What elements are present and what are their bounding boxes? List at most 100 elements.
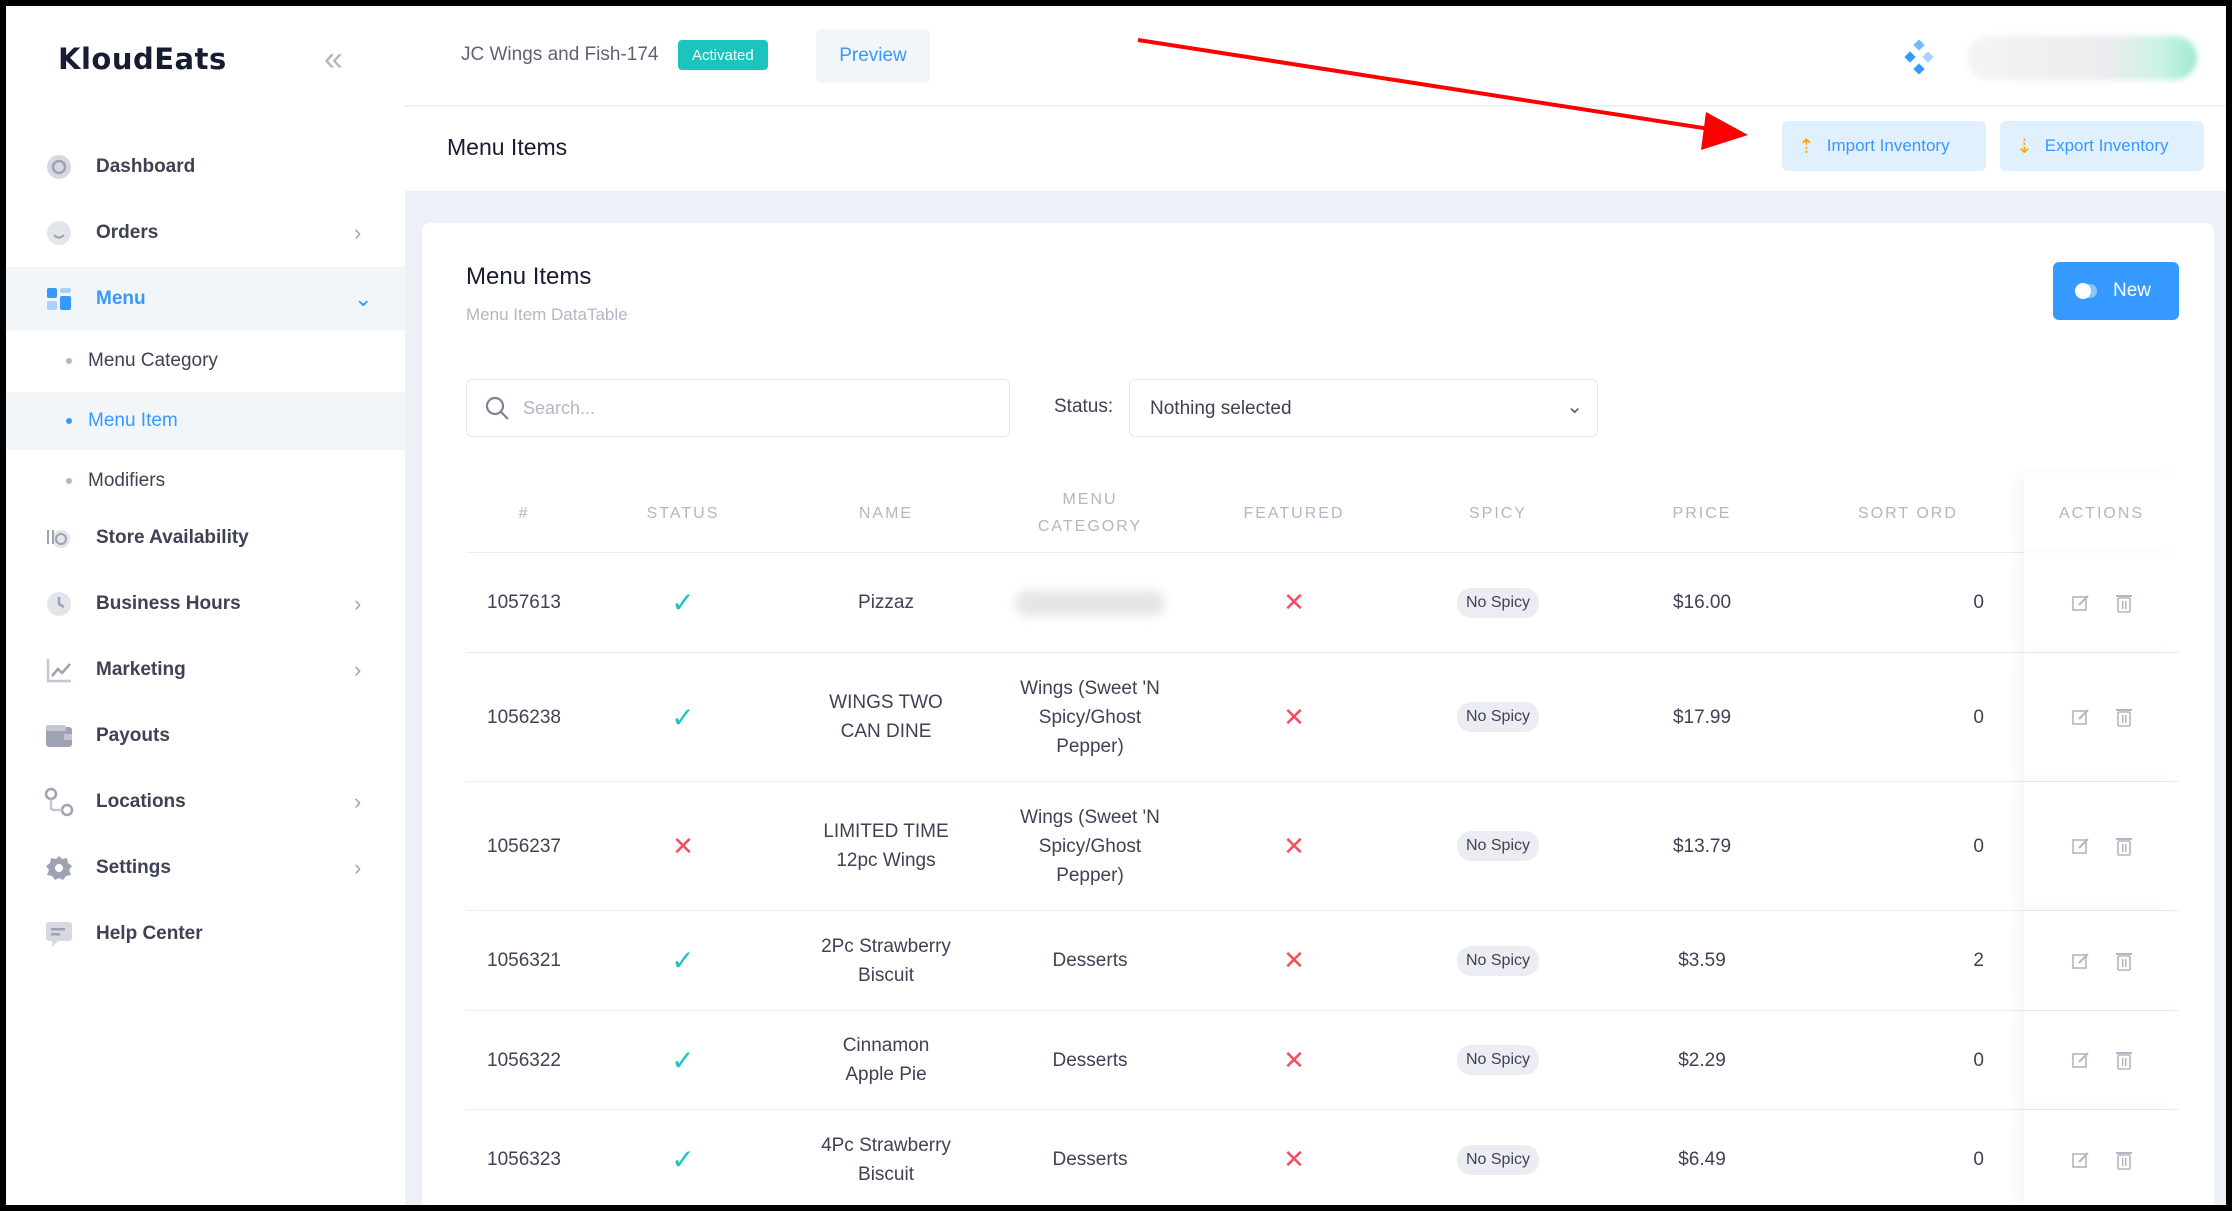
page-title: Menu Items [447, 134, 568, 160]
column-header-id[interactable]: # [466, 473, 582, 553]
spicy-badge: No Spicy [1456, 945, 1540, 976]
delete-button[interactable] [2115, 1050, 2133, 1070]
app-window: KloudEats « Dashboard Orders › Menu ⌄ Me… [6, 6, 2226, 1205]
cell-sort-order: 0 [1973, 1149, 1984, 1170]
sidebar-subitem-label: Modifiers [88, 470, 166, 491]
edit-button[interactable] [2071, 1150, 2091, 1170]
cell-price: $2.29 [1678, 1049, 1726, 1071]
check-icon: ✓ [671, 701, 695, 733]
cell-menu-category: Wings (Sweet 'N Spicy/Ghost Pepper) [1020, 677, 1160, 757]
chevron-right-icon: › [354, 855, 362, 880]
sidebar-item-label: Orders [96, 222, 159, 243]
sidebar-item-label: Business Hours [96, 593, 241, 614]
search-input[interactable] [523, 390, 993, 426]
edit-button[interactable] [2071, 593, 2091, 613]
collapse-sidebar-icon[interactable]: « [324, 42, 343, 76]
edit-button[interactable] [2071, 836, 2091, 856]
status-filter-value: Nothing selected [1150, 398, 1292, 419]
top-header: JC Wings and Fish-174 Activated Preview [405, 6, 2226, 106]
sidebar-item-locations[interactable]: Locations › [6, 770, 405, 834]
cell-featured: ✕ [1192, 911, 1396, 1010]
cell-featured: ✕ [1192, 1011, 1396, 1109]
cell-sort-order: 0 [1973, 706, 1984, 728]
sidebar-item-menu[interactable]: Menu ⌄ [6, 267, 405, 331]
chevron-right-icon: › [354, 591, 362, 616]
table-row: 1057613 ✓ Pizzaz ✕ No Spicy $16.00 0 [466, 553, 2179, 653]
search-box [466, 379, 1010, 437]
sidebar-item-settings[interactable]: Settings › [6, 836, 405, 900]
table-row: 1056322 ✓ Cinnamon Apple Pie Desserts ✕ No Sp… [466, 1011, 2179, 1110]
sidebar-subitem-modifiers[interactable]: Modifiers [6, 452, 405, 510]
sidebar-item-marketing[interactable]: Marketing › [6, 638, 405, 702]
cell-actions [2024, 1011, 2179, 1109]
column-header-name[interactable]: NAME [784, 473, 988, 553]
cross-icon: ✕ [1283, 1144, 1305, 1174]
chart-icon [44, 655, 74, 685]
delete-button[interactable] [2115, 1150, 2133, 1170]
edit-icon [2071, 1151, 2089, 1168]
delete-icon [2115, 594, 2132, 613]
sidebar-item-payouts[interactable]: Payouts [6, 704, 405, 768]
bullet-dot [66, 478, 72, 484]
sidebar-item-label: Menu [96, 288, 146, 309]
sidebar-subitem-menu-item[interactable]: Menu Item [6, 392, 405, 450]
bullet-dot [66, 358, 72, 364]
delete-button[interactable] [2115, 951, 2133, 971]
column-header-spicy[interactable]: SPICY [1396, 473, 1600, 553]
delete-button[interactable] [2115, 593, 2133, 613]
sidebar-item-orders[interactable]: Orders › [6, 201, 405, 265]
new-item-button[interactable]: New [2053, 262, 2179, 320]
edit-icon [2071, 1052, 2089, 1068]
column-header-sort-order[interactable]: SORT ORD [1804, 473, 2024, 553]
cell-menu-category [988, 553, 1192, 652]
sidebar-item-label: Dashboard [96, 156, 196, 177]
sidebar-item-dashboard[interactable]: Dashboard [6, 135, 405, 199]
page-subheader: Menu Items ⇡ Import Inventory ⇣ Export I… [405, 107, 2226, 191]
cross-icon: ✕ [1283, 830, 1305, 861]
column-header-price[interactable]: PRICE [1600, 473, 1804, 553]
cell-status: ✓ [582, 653, 784, 781]
delete-icon [2115, 838, 2132, 856]
upload-icon: ⇡ [1798, 135, 1815, 158]
cell-price: $16.00 [1672, 592, 1732, 613]
delete-button[interactable] [2115, 707, 2133, 727]
edit-button[interactable] [2071, 707, 2091, 727]
location-icon [44, 787, 74, 817]
preview-button[interactable]: Preview [816, 29, 930, 83]
status-filter-select[interactable]: Nothing selected ⌄ [1129, 379, 1598, 437]
sidebar-item-label: Payouts [96, 725, 170, 746]
cell-price: $3.59 [1678, 950, 1726, 971]
table-row: 1056238 ✓ WINGS TWO CAN DINE Wings (Sweet '… [466, 653, 2179, 782]
user-profile-avatar[interactable] [1967, 36, 2197, 80]
cell-name: Pizzaz [858, 592, 914, 613]
cross-icon: ✕ [1283, 701, 1305, 732]
cell-status: ✕ [582, 782, 784, 910]
cell-sort-order: 0 [1973, 835, 1984, 857]
status-filter-label: Status: [1054, 396, 1114, 417]
import-inventory-button[interactable]: ⇡ Import Inventory [1782, 121, 1986, 171]
edit-button[interactable] [2071, 1050, 2091, 1070]
column-header-featured[interactable]: FEATURED [1192, 473, 1396, 553]
edit-button[interactable] [2071, 951, 2091, 971]
spicy-badge: No Spicy [1456, 831, 1540, 861]
edit-icon [2071, 838, 2089, 854]
cell-sort-order: 2 [1973, 950, 1984, 971]
delete-button[interactable] [2115, 836, 2133, 856]
sidebar-item-store-availability[interactable]: Store Availability [6, 506, 405, 570]
status-badge: Activated [678, 40, 768, 70]
spicy-badge: No Spicy [1456, 1045, 1540, 1075]
column-header-status[interactable]: STATUS [582, 473, 784, 553]
cell-name: Cinnamon Apple Pie [842, 1035, 930, 1085]
store-icon [44, 523, 74, 553]
wallet-icon [44, 721, 74, 751]
sidebar-item-help-center[interactable]: Help Center [6, 902, 405, 966]
table-row: 1056323 ✓ 4Pc Strawberry Biscuit Desserts ✕ N… [466, 1110, 2179, 1205]
column-header-menu-category[interactable]: MENU CATEGORY [988, 473, 1192, 553]
app-switcher-icon[interactable] [1902, 39, 1936, 75]
sidebar-subitem-menu-category[interactable]: Menu Category [6, 332, 405, 390]
cell-name: 4Pc Strawberry Biscuit [821, 1134, 951, 1185]
cell-status: ✓ [582, 1110, 784, 1205]
sidebar-item-business-hours[interactable]: Business Hours › [6, 572, 405, 636]
sidebar: KloudEats « Dashboard Orders › Menu ⌄ Me… [6, 6, 405, 1205]
export-inventory-button[interactable]: ⇣ Export Inventory [2000, 121, 2204, 171]
